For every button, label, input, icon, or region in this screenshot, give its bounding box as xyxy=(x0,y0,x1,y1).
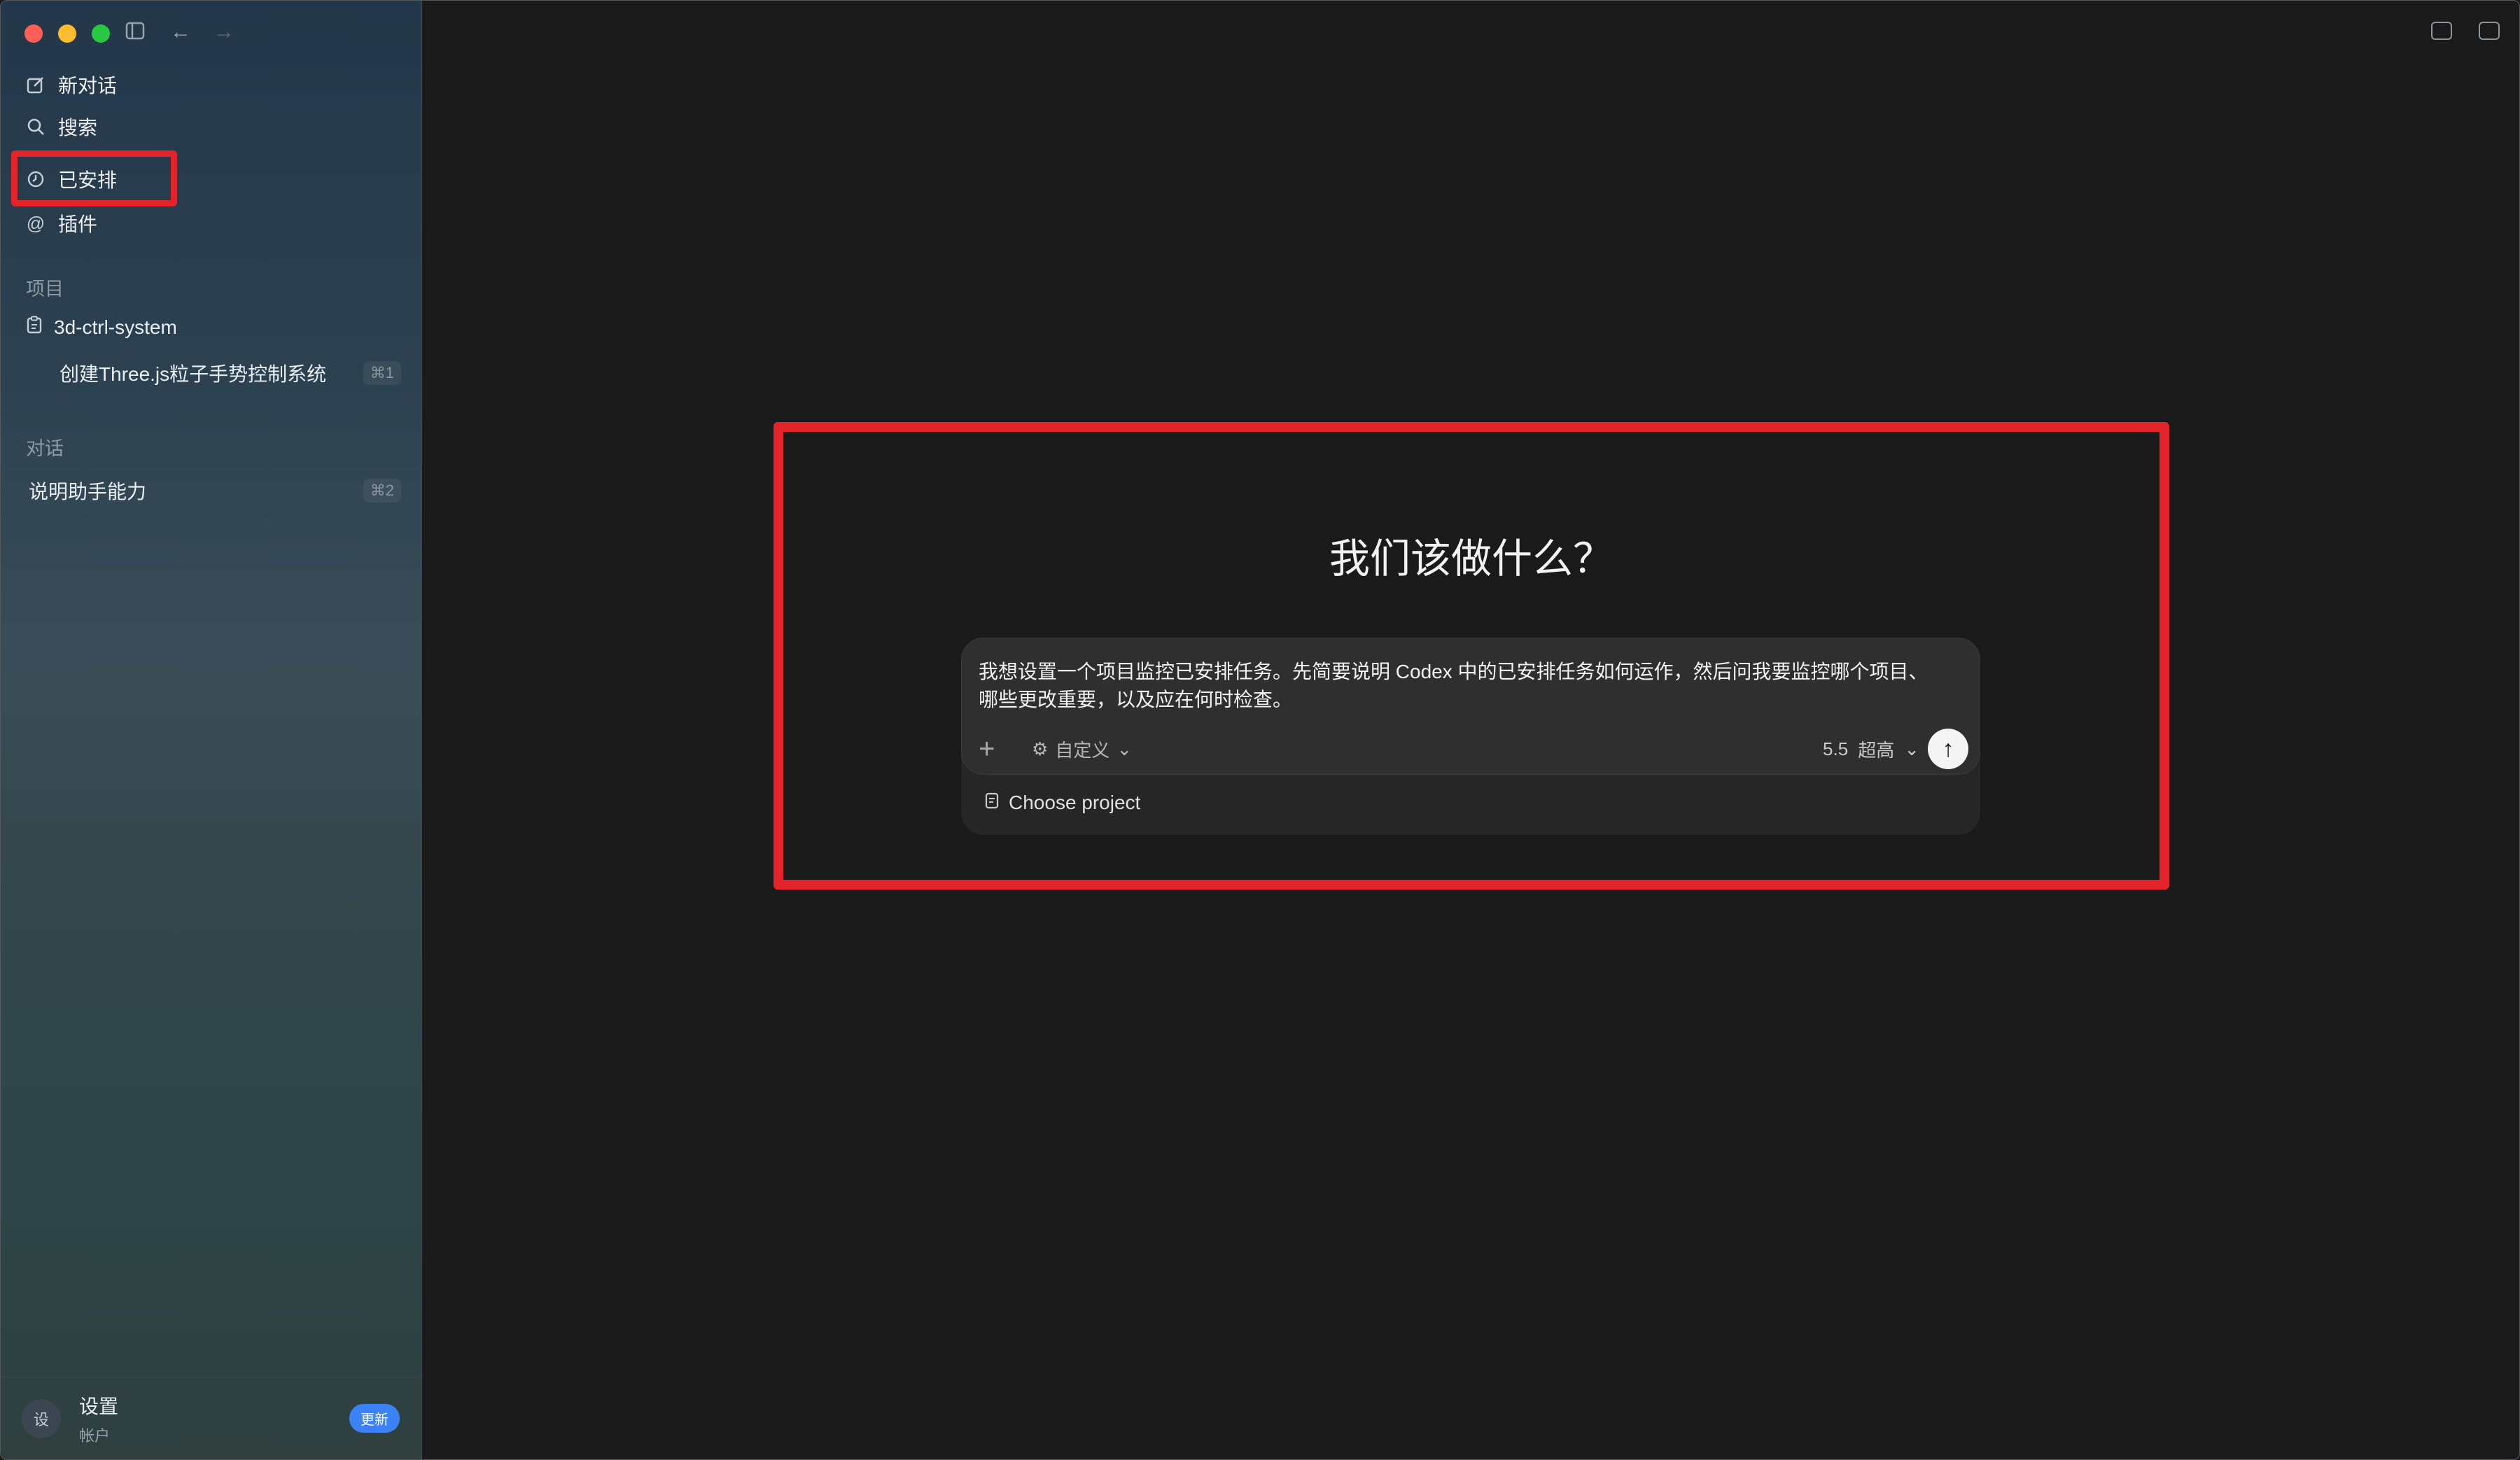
sidebar: ← → 新对话 搜索 已安排 @ 插件 项目 3d-ctrl-system 创建… xyxy=(1,1,422,1459)
model-selector[interactable]: 5.5 超高 ⌄ xyxy=(1823,736,1919,762)
choose-project-button[interactable]: Choose project xyxy=(985,792,1140,814)
update-badge[interactable]: 更新 xyxy=(349,1404,400,1433)
terminal-panel-icon[interactable] xyxy=(2431,22,2452,40)
project-item[interactable]: 3d-ctrl-system xyxy=(26,316,177,339)
chevron-down-icon: ⌄ xyxy=(1904,738,1919,759)
window-controls xyxy=(24,24,110,43)
chevron-down-icon: ⌄ xyxy=(1116,738,1133,759)
zoom-window-button[interactable] xyxy=(92,24,110,43)
nav-label: 插件 xyxy=(58,213,98,235)
nav-plugins[interactable]: @ 插件 xyxy=(26,205,97,241)
right-panel-toggle-icon[interactable] xyxy=(2479,22,2500,40)
shortcut-badge: ⌘2 xyxy=(363,479,401,503)
sidebar-toggle-icon[interactable] xyxy=(125,22,145,44)
composer-controls: + ⚙ 自定义 ⌄ 5.5 超高 ⌄ ↑ xyxy=(979,728,1968,770)
nav-label: 新对话 xyxy=(58,75,118,97)
account-footer[interactable]: 设 设置 帐户 更新 xyxy=(1,1377,421,1459)
nav-new-chat[interactable]: 新对话 xyxy=(26,66,117,103)
forward-arrow-icon[interactable]: → xyxy=(214,22,234,43)
thread-title: 创建Three.js粒子手势控制系统 xyxy=(59,363,327,385)
conversations-section-label: 对话 xyxy=(26,438,64,459)
account-info: 设置 帐户 xyxy=(79,1391,118,1446)
minimize-window-button[interactable] xyxy=(58,24,76,43)
arrow-up-icon: ↑ xyxy=(1942,735,1954,762)
avatar: 设 xyxy=(22,1398,61,1438)
document-icon xyxy=(985,792,999,814)
clipboard-icon xyxy=(26,316,43,339)
nav-search[interactable]: 搜索 xyxy=(26,108,97,145)
account-label: 帐户 xyxy=(79,1426,111,1445)
prompt-composer[interactable]: 我想设置一个项目监控已安排任务。先简要说明 Codex 中的已安排任务如何运作，… xyxy=(961,638,1980,775)
send-button[interactable]: ↑ xyxy=(1928,729,1968,769)
at-icon: @ xyxy=(26,212,46,234)
back-arrow-icon[interactable]: ← xyxy=(170,22,191,43)
prompt-input[interactable]: 我想设置一个项目监控已安排任务。先简要说明 Codex 中的已安排任务如何运作，… xyxy=(979,658,1945,714)
mode-label: 自定义 xyxy=(1055,739,1110,761)
conversation-title: 说明助手能力 xyxy=(29,481,147,503)
composer-container: 我想设置一个项目监控已安排任务。先简要说明 Codex 中的已安排任务如何运作，… xyxy=(961,638,1980,835)
gear-icon: ⚙ xyxy=(1032,738,1049,759)
conversation-item[interactable]: 说明助手能力 ⌘2 xyxy=(29,477,401,505)
mode-selector[interactable]: ⚙ 自定义 ⌄ xyxy=(1032,736,1132,762)
model-version: 5.5 xyxy=(1823,738,1849,759)
app-window: ← → 新对话 搜索 已安排 @ 插件 项目 3d-ctrl-system 创建… xyxy=(0,0,2520,1460)
search-icon xyxy=(26,117,46,136)
project-name: 3d-ctrl-system xyxy=(54,316,177,338)
choose-project-label: Choose project xyxy=(1009,792,1141,813)
project-thread-item[interactable]: 创建Three.js粒子手势控制系统 ⌘1 xyxy=(59,359,401,387)
edit-icon xyxy=(26,75,46,94)
highlight-box-scheduled xyxy=(11,150,177,206)
close-window-button[interactable] xyxy=(24,24,43,43)
model-level: 超高 xyxy=(1858,739,1895,761)
settings-label: 设置 xyxy=(79,1395,119,1417)
page-title: 我们该做什么？ xyxy=(1329,536,1614,582)
nav-label: 搜索 xyxy=(58,117,98,139)
projects-section-label: 项目 xyxy=(26,279,64,300)
shortcut-badge: ⌘1 xyxy=(363,361,401,385)
add-attachment-icon[interactable]: + xyxy=(979,735,1007,763)
